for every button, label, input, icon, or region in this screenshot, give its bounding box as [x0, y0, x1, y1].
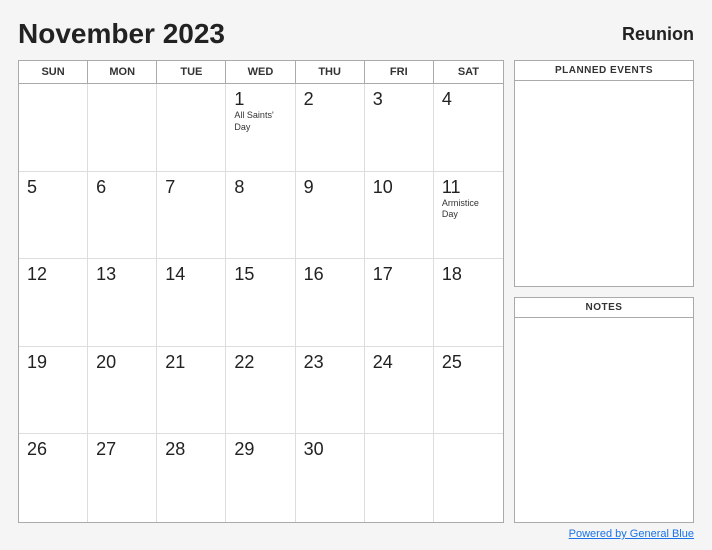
day-header: SAT	[434, 61, 503, 83]
sidebar: PLANNED EVENTS NOTES	[514, 60, 694, 523]
cell-day-number: 23	[304, 353, 356, 371]
cell-day-number: 19	[27, 353, 79, 371]
cell-day-number: 8	[234, 178, 286, 196]
month-title: November 2023	[18, 18, 225, 50]
cell-day-number: 18	[442, 265, 495, 283]
day-header: MON	[88, 61, 157, 83]
calendar-cell: 1 All Saints' Day	[226, 84, 295, 172]
cell-event: All Saints' Day	[234, 110, 286, 133]
calendar-cell: 14	[157, 259, 226, 347]
calendar-cell	[88, 84, 157, 172]
calendar-cell: 12	[19, 259, 88, 347]
cell-day-number: 13	[96, 265, 148, 283]
calendar-cell: 4	[434, 84, 503, 172]
cell-day-number: 22	[234, 353, 286, 371]
calendar-cell: 7	[157, 172, 226, 260]
cell-day-number: 25	[442, 353, 495, 371]
calendar-grid: 1All Saints' Day234567891011Armistice Da…	[19, 84, 503, 522]
calendar-cell: 25	[434, 347, 503, 435]
cell-day-number: 27	[96, 440, 148, 458]
calendar-cell: 26	[19, 434, 88, 522]
notes-content	[515, 318, 693, 523]
calendar-cell	[19, 84, 88, 172]
cell-day-number: 16	[304, 265, 356, 283]
calendar-cell: 23	[296, 347, 365, 435]
calendar-cell	[365, 434, 434, 522]
calendar-cell: 24	[365, 347, 434, 435]
day-headers: SUNMONTUEWEDTHUFRISAT	[19, 61, 503, 84]
cell-day-number: 29	[234, 440, 286, 458]
cell-day-number: 9	[304, 178, 356, 196]
notes-title: NOTES	[515, 298, 693, 318]
cell-day-number: 14	[165, 265, 217, 283]
day-header: SUN	[19, 61, 88, 83]
calendar-cell: 28	[157, 434, 226, 522]
calendar-cell: 19	[19, 347, 88, 435]
calendar-cell: 29	[226, 434, 295, 522]
calendar: SUNMONTUEWEDTHUFRISAT 1All Saints' Day23…	[18, 60, 504, 523]
cell-day-number: 26	[27, 440, 79, 458]
cell-day-number: 1	[234, 90, 286, 108]
cell-day-number: 30	[304, 440, 356, 458]
calendar-cell: 27	[88, 434, 157, 522]
calendar-cell: 21	[157, 347, 226, 435]
calendar-cell: 3	[365, 84, 434, 172]
cell-day-number: 15	[234, 265, 286, 283]
cell-day-number: 20	[96, 353, 148, 371]
calendar-cell	[434, 434, 503, 522]
calendar-cell: 15	[226, 259, 295, 347]
calendar-cell: 6	[88, 172, 157, 260]
cell-day-number: 12	[27, 265, 79, 283]
calendar-cell: 17	[365, 259, 434, 347]
cell-day-number: 4	[442, 90, 495, 108]
cell-day-number: 17	[373, 265, 425, 283]
notes-box: NOTES	[514, 297, 694, 524]
calendar-cell: 13	[88, 259, 157, 347]
calendar-cell: 18	[434, 259, 503, 347]
cell-day-number: 11	[442, 178, 495, 196]
day-header: FRI	[365, 61, 434, 83]
planned-events-content	[515, 81, 693, 286]
calendar-cell: 10	[365, 172, 434, 260]
powered-by-link[interactable]: Powered by General Blue	[569, 528, 694, 540]
cell-day-number: 24	[373, 353, 425, 371]
calendar-cell: 9	[296, 172, 365, 260]
cell-day-number: 28	[165, 440, 217, 458]
cell-day-number: 7	[165, 178, 217, 196]
calendar-cell: 20	[88, 347, 157, 435]
day-header: WED	[226, 61, 295, 83]
cell-day-number: 3	[373, 90, 425, 108]
cell-day-number: 6	[96, 178, 148, 196]
calendar-cell: 11 Armistice Day	[434, 172, 503, 260]
day-header: TUE	[157, 61, 226, 83]
cell-day-number: 5	[27, 178, 79, 196]
main-content: SUNMONTUEWEDTHUFRISAT 1All Saints' Day23…	[18, 60, 694, 523]
calendar-cell: 5	[19, 172, 88, 260]
footer: Powered by General Blue	[18, 523, 694, 540]
region-title: Reunion	[622, 24, 694, 45]
page-header: November 2023 Reunion	[18, 18, 694, 50]
calendar-cell	[157, 84, 226, 172]
calendar-cell: 22	[226, 347, 295, 435]
calendar-cell: 8	[226, 172, 295, 260]
planned-events-box: PLANNED EVENTS	[514, 60, 694, 287]
calendar-cell: 16	[296, 259, 365, 347]
cell-day-number: 21	[165, 353, 217, 371]
calendar-cell: 30	[296, 434, 365, 522]
planned-events-title: PLANNED EVENTS	[515, 61, 693, 81]
cell-event: Armistice Day	[442, 198, 495, 221]
cell-day-number: 10	[373, 178, 425, 196]
day-header: THU	[296, 61, 365, 83]
cell-day-number: 2	[304, 90, 356, 108]
calendar-cell: 2	[296, 84, 365, 172]
